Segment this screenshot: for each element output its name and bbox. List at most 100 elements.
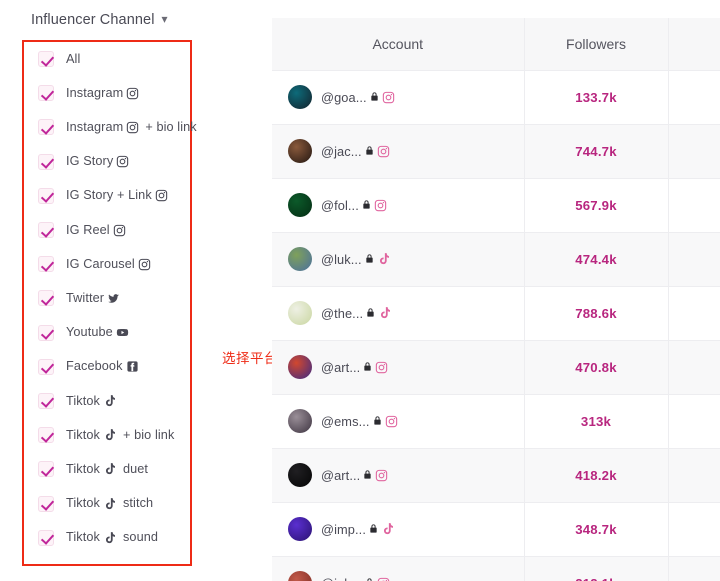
influencer-table-container[interactable]: Account Followers @goa... 133.7k @jac... 74… <box>272 18 720 581</box>
account-cell-content: @luk... <box>288 247 524 271</box>
checkbox-checked-icon[interactable] <box>38 529 54 546</box>
account-handle[interactable]: @imp... <box>321 522 395 537</box>
cell-account: @goa... <box>272 70 525 125</box>
avatar <box>288 355 312 379</box>
lock-icon <box>365 306 376 321</box>
account-handle[interactable]: @goa... <box>321 90 395 105</box>
account-handle[interactable]: @joh... <box>321 576 390 581</box>
account-cell-content: @ems... <box>288 409 524 433</box>
channel-option-text: IG Reel <box>66 222 110 237</box>
account-cell-content: @art... <box>288 463 524 487</box>
account-handle-text: @luk... <box>321 251 362 267</box>
instagram-icon <box>126 87 139 100</box>
table-row[interactable]: @ems... 313k <box>272 394 720 449</box>
table-row[interactable]: @art... 470.8k <box>272 340 720 395</box>
channel-option-ig-reel[interactable]: IG Reel <box>24 213 190 247</box>
column-header-account[interactable]: Account <box>272 18 525 71</box>
table-row[interactable]: @goa... 133.7k <box>272 70 720 125</box>
lock-icon <box>361 198 372 213</box>
checkbox-checked-icon[interactable] <box>38 51 54 68</box>
channel-option-tiktok-stitch[interactable]: Tiktok stitch <box>24 486 190 520</box>
channel-option-text: Tiktok <box>66 530 100 545</box>
account-handle-text: @jac... <box>321 143 362 159</box>
channel-option-ig-story-link[interactable]: IG Story + Link <box>24 179 190 213</box>
account-handle[interactable]: @the... <box>321 306 392 321</box>
app-root: Influencer Channel ▾ All Instagram Instagr… <box>0 0 720 581</box>
channel-option-tiktok-duet[interactable]: Tiktok duet <box>24 452 190 486</box>
account-handle[interactable]: @luk... <box>321 252 391 267</box>
checkbox-checked-icon[interactable] <box>38 222 54 239</box>
channel-option-tiktok-bio-link[interactable]: Tiktok + bio link <box>24 418 190 452</box>
instagram-icon <box>377 145 390 158</box>
instagram-icon <box>126 121 139 134</box>
channel-option-label: Instagram <box>66 87 139 100</box>
cell-account: @imp... <box>272 502 525 557</box>
table-row[interactable]: @joh... 212.1k <box>272 556 720 581</box>
account-handle[interactable]: @jac... <box>321 144 390 159</box>
channel-option-suffix: stitch <box>122 496 154 511</box>
tiktok-icon <box>103 462 117 476</box>
table-header: Account Followers <box>272 18 720 71</box>
account-cell-content: @art... <box>288 355 524 379</box>
channel-option-label: IG Story + Link <box>66 189 168 202</box>
cell-account: @art... <box>272 448 525 503</box>
channel-option-twitter[interactable]: Twitter <box>24 281 190 315</box>
account-handle[interactable]: @art... <box>321 468 388 483</box>
influencer-channel-label: Influencer Channel <box>31 12 155 28</box>
table-row[interactable]: @luk... 474.4k <box>272 232 720 287</box>
cell-followers: 567.9k <box>524 178 669 233</box>
checkbox-checked-icon[interactable] <box>38 256 54 273</box>
account-handle-text: @ems... <box>321 413 370 429</box>
column-header-extra[interactable] <box>668 18 720 71</box>
account-handle[interactable]: @ems... <box>321 414 398 429</box>
channel-option-ig-carousel[interactable]: IG Carousel <box>24 247 190 281</box>
channel-option-youtube[interactable]: Youtube <box>24 316 190 350</box>
avatar <box>288 193 312 217</box>
tiktok-icon <box>377 252 391 266</box>
lock-icon <box>362 360 373 375</box>
channel-option-all[interactable]: All <box>24 42 190 76</box>
checkbox-checked-icon[interactable] <box>38 119 54 136</box>
chevron-down-icon[interactable]: ▾ <box>162 13 168 25</box>
checkbox-checked-icon[interactable] <box>38 427 54 444</box>
channel-option-instagram[interactable]: Instagram <box>24 76 190 110</box>
channel-option-tiktok[interactable]: Tiktok <box>24 384 190 418</box>
influencer-channel-dropdown-header[interactable]: Influencer Channel ▾ <box>31 12 168 28</box>
channel-option-facebook[interactable]: Facebook <box>24 350 190 384</box>
table-row[interactable]: @art... 418.2k <box>272 448 720 503</box>
channel-option-ig-story[interactable]: IG Story <box>24 145 190 179</box>
table-row[interactable]: @jac... 744.7k <box>272 124 720 179</box>
table-row[interactable]: @fol... 567.9k <box>272 178 720 233</box>
avatar <box>288 139 312 163</box>
channel-option-text: Tiktok <box>66 427 100 442</box>
instagram-icon <box>116 155 129 168</box>
table-row[interactable]: @imp... 348.7k <box>272 502 720 557</box>
avatar <box>288 463 312 487</box>
table-row[interactable]: @the... 788.6k <box>272 286 720 341</box>
account-handle[interactable]: @art... <box>321 360 388 375</box>
cell-extra <box>668 556 720 581</box>
cell-followers: 744.7k <box>524 124 669 179</box>
channel-option-tiktok-sound[interactable]: Tiktok sound <box>24 521 190 555</box>
account-handle-text: @joh... <box>321 576 362 581</box>
channel-option-instagram-bio-link[interactable]: Instagram + bio link <box>24 110 197 144</box>
checkbox-checked-icon[interactable] <box>38 324 54 341</box>
checkbox-checked-icon[interactable] <box>38 85 54 102</box>
checkbox-checked-icon[interactable] <box>38 392 54 409</box>
account-handle[interactable]: @fol... <box>321 198 387 213</box>
cell-followers: 133.7k <box>524 70 669 125</box>
checkbox-checked-icon[interactable] <box>38 187 54 204</box>
instagram-icon <box>155 189 168 202</box>
checkbox-checked-icon[interactable] <box>38 358 54 375</box>
checkbox-checked-icon[interactable] <box>38 495 54 512</box>
channel-option-label: Tiktok + bio link <box>66 428 174 442</box>
channel-option-label: IG Reel <box>66 222 126 237</box>
cell-account: @art... <box>272 340 525 395</box>
lock-icon <box>369 90 380 105</box>
channel-option-text: Tiktok <box>66 496 100 511</box>
channel-option-label: Tiktok <box>66 394 117 408</box>
checkbox-checked-icon[interactable] <box>38 461 54 478</box>
column-header-followers[interactable]: Followers <box>524 18 669 71</box>
checkbox-checked-icon[interactable] <box>38 153 54 170</box>
checkbox-checked-icon[interactable] <box>38 290 54 307</box>
